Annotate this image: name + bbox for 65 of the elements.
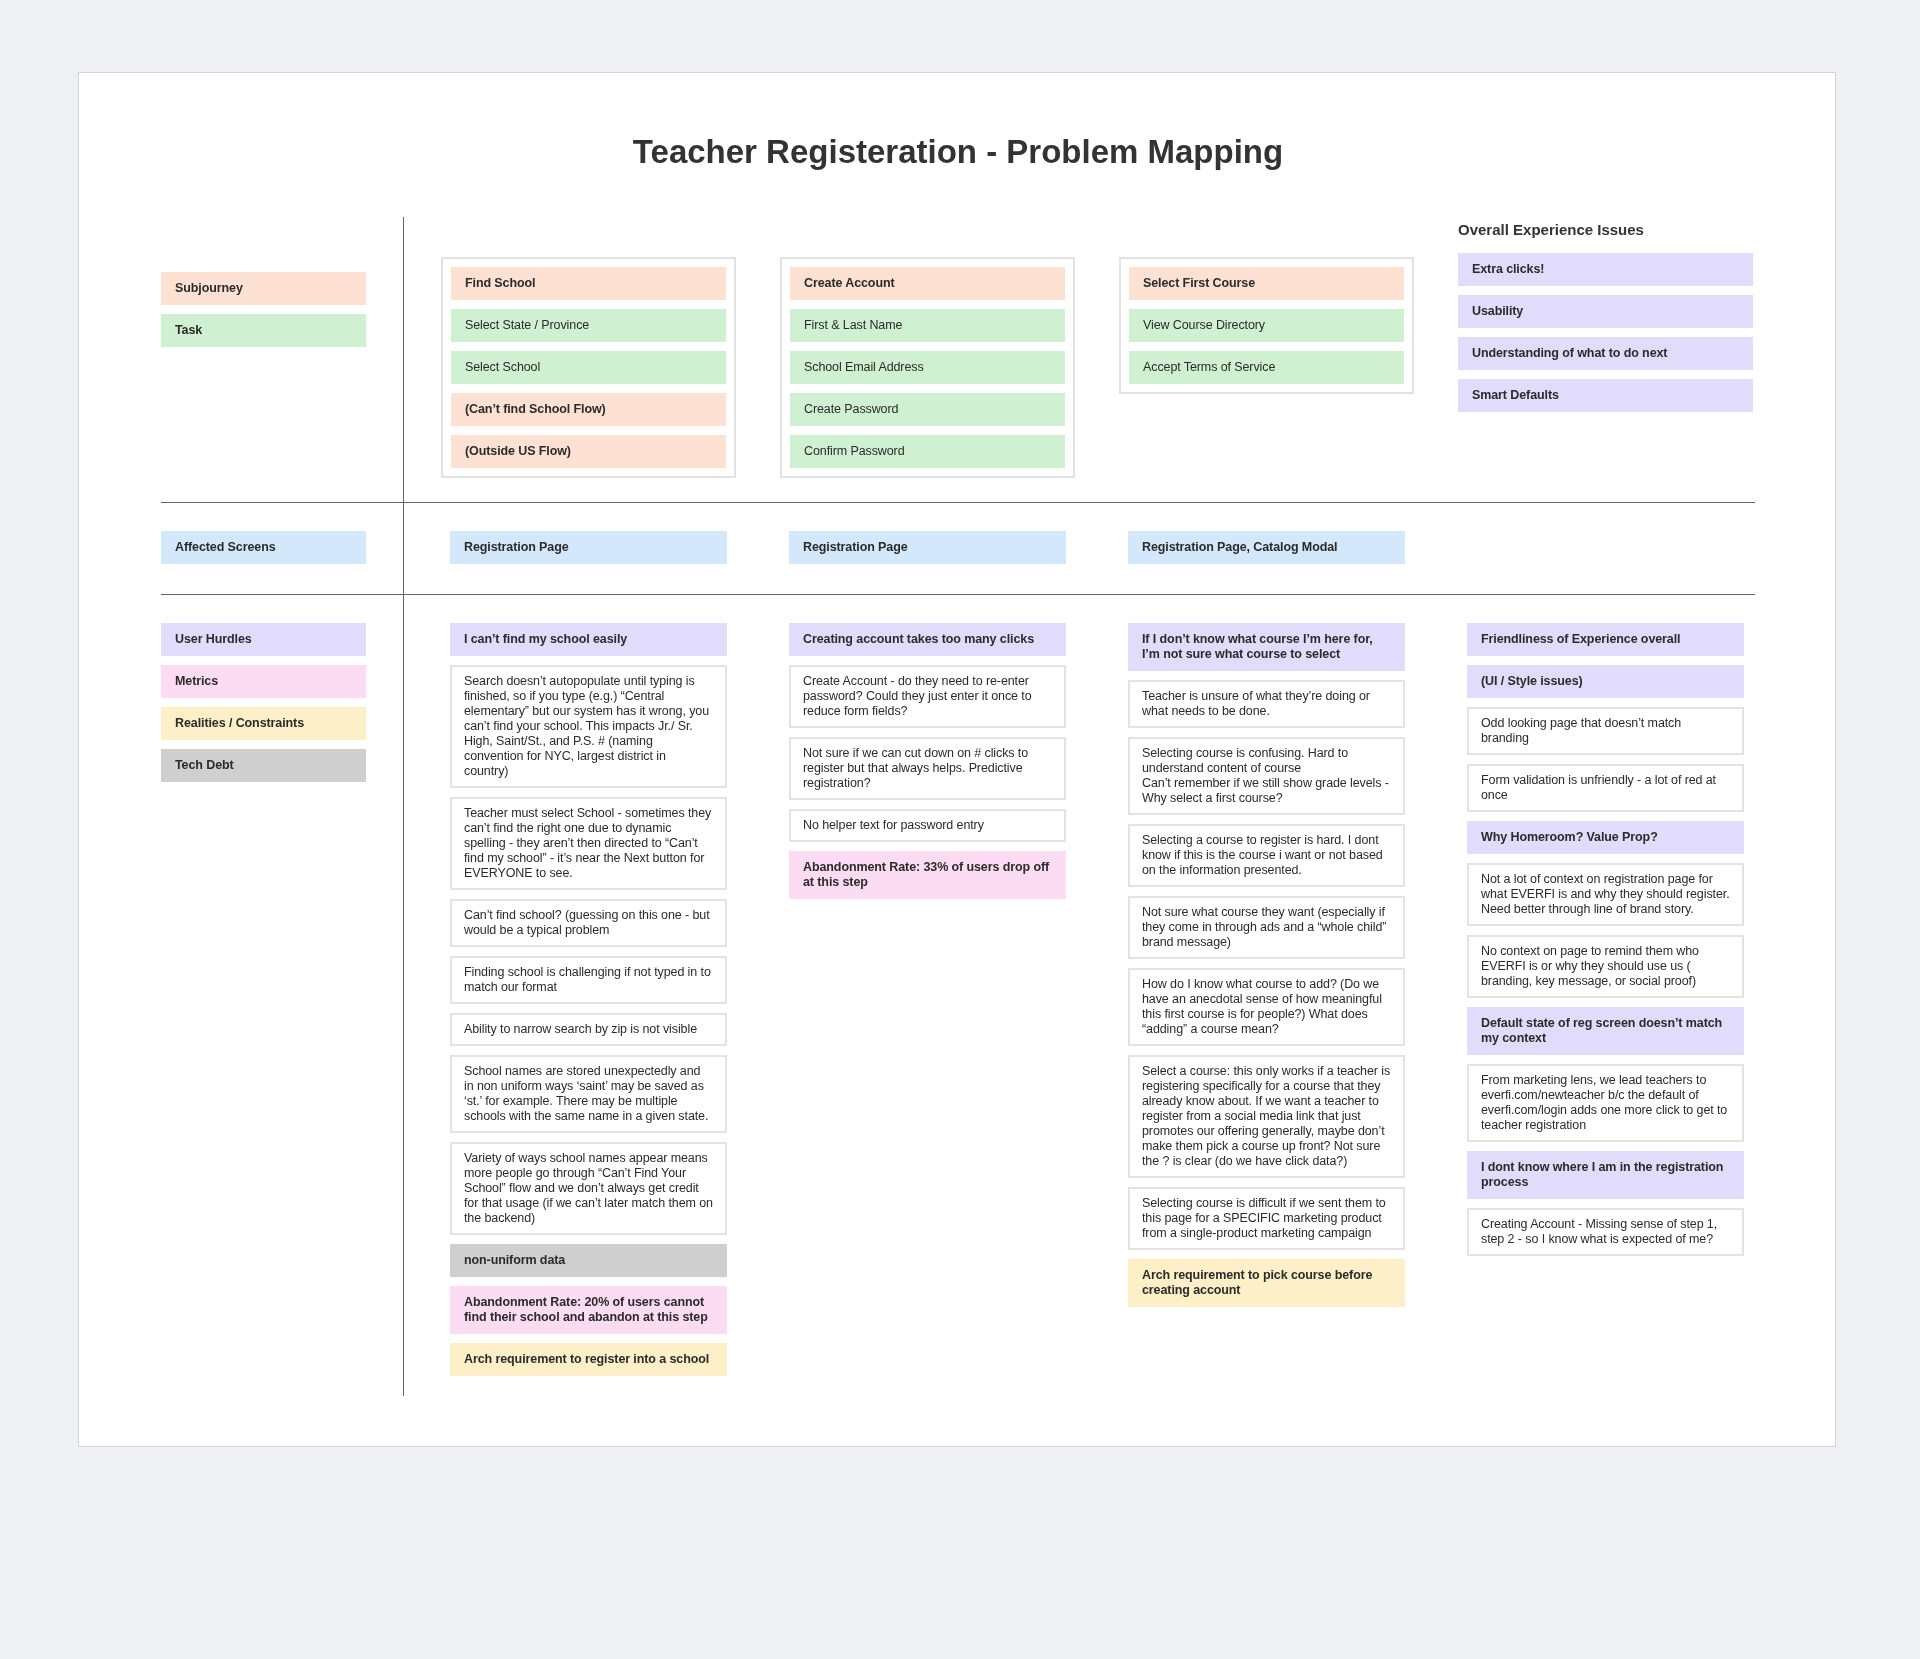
sticky-note: Registration Page — [789, 531, 1066, 564]
sticky-note: Search doesn’t autopopulate until typing is finished, so if you type (e.g.) “Central elementary” but our system has it wrong, you can’t find your school. This impacts Jr./ Sr. High, Saint/St., and P.S. # (naming convention for NYC, largest district in country) — [450, 665, 727, 788]
sticky-note: (Can’t find School Flow) — [451, 393, 726, 426]
sticky-note: Understanding of what to do next — [1458, 337, 1753, 370]
sticky-note: Default state of reg screen doesn’t match my context — [1467, 1007, 1744, 1055]
legend-note: Affected Screens — [161, 531, 366, 564]
sticky-note: Creating Account - Missing sense of step 1, step 2 - so I know what is expected of me? — [1467, 1208, 1744, 1256]
sticky-note: Form validation is unfriendly - a lot of red at once — [1467, 764, 1744, 812]
sticky-note: Abandonment Rate: 33% of users drop off at this step — [789, 851, 1066, 899]
sticky-note: Finding school is challenging if not typed in to match our format — [450, 956, 727, 1004]
sticky-note: (UI / Style issues) — [1467, 665, 1744, 698]
sticky-note: School Email Address — [790, 351, 1065, 384]
sticky-note: School names are stored unexpectedly and in non uniform ways ‘saint’ may be saved as ‘st.’ for example. There may be multiple schools with the same name in a given state. — [450, 1055, 727, 1133]
sticky-note: Friendliness of Experience overall — [1467, 623, 1744, 656]
sticky-note: Can’t find school? (guessing on this one - but would be a typical problem — [450, 899, 727, 947]
sticky-note: Create Password — [790, 393, 1065, 426]
sticky-note: Arch requirement to pick course before creating account — [1128, 1259, 1405, 1307]
sticky-note: Extra clicks! — [1458, 253, 1753, 286]
sticky-note: Registration Page, Catalog Modal — [1128, 531, 1405, 564]
sticky-note: (Outside US Flow) — [451, 435, 726, 468]
sticky-note: Select a course: this only works if a teacher is registering specifically for a course that they already know about. If we want a teacher to register from a social media link that just promotes our offering generally, maybe don’t make them pick a course up front? Not sure the ? is clear (do we have click data?) — [1128, 1055, 1405, 1178]
sticky-note: View Course Directory — [1129, 309, 1404, 342]
sticky-note: Why Homeroom? Value Prop? — [1467, 821, 1744, 854]
sticky-note: non-uniform data — [450, 1244, 727, 1277]
sticky-note: Create Account - do they need to re-enter password? Could they just enter it once to reduce form fields? — [789, 665, 1066, 728]
sticky-note: Ability to narrow search by zip is not visible — [450, 1013, 727, 1046]
sticky-note: No helper text for password entry — [789, 809, 1066, 842]
sticky-note: I can’t find my school easily — [450, 623, 727, 656]
sticky-note: Selecting a course to register is hard. I dont know if this is the course i want or not based on the information presented. — [1128, 824, 1405, 887]
sticky-note: How do I know what course to add? (Do we have an anecdotal sense of how meaningful this first course is for people?) What does “adding” a course mean? — [1128, 968, 1405, 1046]
sticky-note: I dont know where I am in the registration process — [1467, 1151, 1744, 1199]
sticky-note: Odd looking page that doesn’t match branding — [1467, 707, 1744, 755]
sticky-note: Not sure if we can cut down on # clicks to register but that always helps. Predictive registration? — [789, 737, 1066, 800]
sticky-note: Teacher must select School - sometimes they can’t find the right one due to dynamic spelling - they aren’t then directed to “Can’t find my school” - it’s near the Next button for EVERYONE to see. — [450, 797, 727, 890]
legend-note: Subjourney — [161, 272, 366, 305]
sticky-note: Select First Course — [1129, 267, 1404, 300]
sticky-note: Arch requirement to register into a school — [450, 1343, 727, 1376]
legend-note: Metrics — [161, 665, 366, 698]
sticky-note: Select School — [451, 351, 726, 384]
sticky-note: Smart Defaults — [1458, 379, 1753, 412]
legend-note: User Hurdles — [161, 623, 366, 656]
sticky-note: Usability — [1458, 295, 1753, 328]
sticky-note: Find School — [451, 267, 726, 300]
sticky-note: Selecting course is confusing. Hard to understand content of course Can’t remember if we still show grade levels - Why select a first course? — [1128, 737, 1405, 815]
sticky-note: Not sure what course they want (especially if they come in through ads and a “whole child” brand message) — [1128, 896, 1405, 959]
sticky-note: No context on page to remind them who EVERFI is or why they should use us ( branding, key message, or social proof) — [1467, 935, 1744, 998]
legend-note: Tech Debt — [161, 749, 366, 782]
section-heading: Overall Experience Issues — [1458, 220, 1645, 240]
sticky-note: Create Account — [790, 267, 1065, 300]
legend-note: Realities / Constraints — [161, 707, 366, 740]
sticky-note: Confirm Password — [790, 435, 1065, 468]
sticky-note: Variety of ways school names appear means more people go through “Can’t Find Your School” flow and we don’t always get credit for that usage (if we can’t later match them on the backend) — [450, 1142, 727, 1235]
sticky-note: Select State / Province — [451, 309, 726, 342]
sticky-note: Accept Terms of Service — [1129, 351, 1404, 384]
board-title: Teacher Registeration - Problem Mapping — [631, 133, 1285, 171]
legend-note: Task — [161, 314, 366, 347]
sticky-note: From marketing lens, we lead teachers to everfi.com/newteacher b/c the default of everfi.com/login adds one more click to get to teacher registration — [1467, 1064, 1744, 1142]
sticky-note: First & Last Name — [790, 309, 1065, 342]
sticky-note: Registration Page — [450, 531, 727, 564]
sticky-note: Not a lot of context on registration page for what EVERFI is and why they should register. Need better through line of brand story. — [1467, 863, 1744, 926]
sticky-note: Teacher is unsure of what they’re doing or what needs to be done. — [1128, 680, 1405, 728]
sticky-note: Abandonment Rate: 20% of users cannot find their school and abandon at this step — [450, 1286, 727, 1334]
sticky-note: Selecting course is difficult if we sent them to this page for a SPECIFIC marketing product from a single-product marketing campaign — [1128, 1187, 1405, 1250]
sticky-note: If I don’t know what course I’m here for, I’m not sure what course to select — [1128, 623, 1405, 671]
sticky-note: Creating account takes too many clicks — [789, 623, 1066, 656]
